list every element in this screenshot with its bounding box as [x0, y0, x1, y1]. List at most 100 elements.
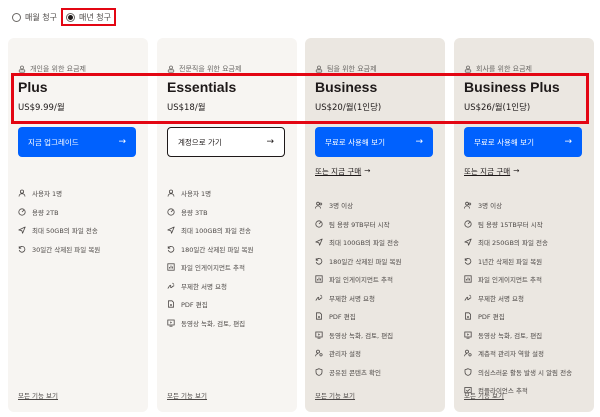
feature-label: 최대 250GB의 파일 전송 — [478, 239, 548, 248]
feature-item: 팀 용량 15TB부터 시작 — [464, 215, 572, 234]
feature-item: 공유된 콘텐츠 확인 — [315, 363, 401, 382]
feature-item: 사용자 1명 — [167, 184, 253, 203]
arrow-right-icon: → — [118, 137, 126, 147]
feature-item: 무제한 서명 요청 — [464, 289, 572, 308]
see-all-features-link[interactable]: 모든 기능 보기 — [18, 390, 58, 400]
chart-icon — [315, 275, 323, 283]
feature-label: 의심스러운 활동 발생 시 알림 전송 — [478, 368, 573, 377]
radio-monthly[interactable] — [12, 12, 21, 22]
admin-icon — [315, 349, 323, 357]
feature-item: 동영상 녹화, 검토, 편집 — [167, 314, 253, 333]
feature-label: 30일간 삭제된 파일 복원 — [32, 245, 101, 254]
restore-icon — [18, 245, 26, 253]
plan-cta-button[interactable]: 계정으로 가기 → — [167, 127, 285, 157]
feature-label: 관리자 설정 — [329, 350, 361, 359]
see-all-features-link[interactable]: 모든 기능 보기 — [167, 390, 207, 400]
feature-label: 무제한 서명 요청 — [329, 294, 375, 303]
feature-label: 동영상 녹화, 검토, 편집 — [478, 331, 543, 340]
send-icon — [18, 226, 26, 234]
storage-icon — [18, 208, 26, 216]
plan-audience: 회사를 위한 요금제 — [464, 64, 532, 74]
pdf-icon — [315, 312, 323, 320]
video-icon — [464, 331, 472, 339]
restore-icon — [464, 257, 472, 265]
feature-label: 최대 100GB의 파일 전송 — [181, 227, 251, 236]
feature-item: 180일간 삭제된 파일 복원 — [167, 240, 253, 259]
plan-audience-label: 개인을 위한 요금제 — [30, 65, 86, 73]
feature-label: 3명 이상 — [478, 202, 503, 211]
arrow-right-icon: → — [513, 166, 520, 175]
feature-label: 최대 100GB의 파일 전송 — [329, 239, 399, 248]
feature-label: 무제한 서명 요청 — [181, 282, 227, 291]
feature-label: 파일 인게이지먼트 추적 — [329, 276, 393, 285]
billing-option-monthly-label: 매월 청구 — [25, 12, 57, 22]
plan-card-0: 개인을 위한 요금제 Plus US$9.99/월 지금 업그레이드 → 사용자 1명 용량… — [8, 38, 148, 412]
plan-audience-label: 전문직을 위한 요금제 — [179, 65, 242, 73]
billing-option-monthly[interactable]: 매월 청구 — [8, 8, 61, 26]
see-all-features-link[interactable]: 모든 기능 보기 — [315, 390, 355, 400]
feature-item: 무제한 서명 요청 — [315, 289, 401, 308]
feature-list: 사용자 1명 용량 3TB 최대 100GB의 파일 전송 180일간 삭제된 파일 … — [167, 184, 253, 332]
feature-item: PDF 편집 — [315, 307, 401, 326]
buy-now-link[interactable]: 또는 지금 구매 → — [315, 166, 370, 177]
plan-price: US$9.99/월 — [18, 103, 65, 113]
signature-icon — [315, 294, 323, 302]
feature-list: 사용자 1명용량 2TB 최대 50GB의 파일 전송 30일간 삭제된 파일 복원 — [18, 184, 100, 258]
see-all-features-link[interactable]: 모든 기능 보기 — [464, 390, 504, 400]
arrow-right-icon: → — [364, 166, 371, 175]
plan-cta-button[interactable]: 무료로 사용해 보기 → — [315, 127, 433, 157]
buy-now-link[interactable]: 또는 지금 구매 → — [464, 166, 519, 177]
feature-label: 사용자 1명 — [181, 190, 212, 199]
feature-label: 동영상 녹화, 검토, 편집 — [181, 319, 246, 328]
plan-audience: 팀을 위한 요금제 — [315, 64, 377, 74]
plan-cta-button[interactable]: 무료로 사용해 보기 → — [464, 127, 582, 157]
people-small-icon — [315, 65, 323, 73]
plan-price: US$20/월(1인당) — [315, 103, 382, 113]
billing-option-yearly[interactable]: 매년 청구 — [60, 8, 116, 26]
signature-icon — [464, 294, 472, 302]
feature-item: 동영상 녹화, 검토, 편집 — [315, 326, 401, 345]
plan-card-1: 전문직을 위한 요금제 Essentials US$18/월 계정으로 가기 → 사용자 … — [157, 38, 297, 412]
feature-item: 180일간 삭제된 파일 복원 — [315, 252, 401, 271]
billing-period-toggle: 매월 청구 매년 청구 — [8, 8, 116, 26]
storage-icon — [464, 220, 472, 228]
chart-icon — [167, 263, 175, 271]
users-icon — [315, 201, 323, 209]
feature-item: 30일간 삭제된 파일 복원 — [18, 240, 100, 259]
feature-label: 180일간 삭제된 파일 복원 — [181, 245, 254, 254]
plan-name: Business Plus — [464, 79, 560, 95]
send-icon — [315, 238, 323, 246]
feature-item: 용량 2TB — [18, 203, 100, 222]
plan-cta-label: 지금 업그레이드 — [28, 137, 79, 147]
pdf-icon — [167, 300, 175, 308]
feature-label: 최대 50GB의 파일 전송 — [32, 227, 98, 236]
plan-audience-label: 팀을 위한 요금제 — [327, 65, 377, 73]
shield-icon — [464, 368, 472, 376]
plan-audience: 개인을 위한 요금제 — [18, 64, 86, 74]
feature-item: 팀 용량 9TB부터 시작 — [315, 215, 401, 234]
feature-item: 파일 인게이지먼트 추적 — [315, 270, 401, 289]
buy-now-label: 또는 지금 구매 — [315, 167, 362, 176]
feature-list: 3명 이상 팀 용량 15TB부터 시작 최대 250GB의 파일 전송 1년간 삭제… — [464, 196, 572, 400]
feature-label: PDF 편집 — [478, 313, 505, 322]
feature-label: 용량 2TB — [32, 208, 59, 217]
send-icon — [167, 226, 175, 234]
feature-label: 공유된 콘텐츠 확인 — [329, 368, 381, 377]
plan-cta-label: 무료로 사용해 보기 — [474, 137, 534, 147]
people-small-icon — [167, 65, 175, 73]
plan-price: US$26/월(1인당) — [464, 103, 531, 113]
arrow-right-icon: → — [415, 137, 423, 147]
plan-cta-button[interactable]: 지금 업그레이드 → — [18, 127, 136, 157]
feature-item: 3명 이상 — [315, 196, 401, 215]
feature-label: 사용자 1명 — [32, 190, 63, 199]
feature-label: 팀 용량 9TB부터 시작 — [329, 220, 390, 229]
admin-icon — [464, 349, 472, 357]
feature-item: PDF 편집 — [464, 307, 572, 326]
plan-audience-label: 회사를 위한 요금제 — [476, 65, 532, 73]
feature-label: 팀 용량 15TB부터 시작 — [478, 220, 543, 229]
video-icon — [167, 319, 175, 327]
radio-yearly[interactable] — [65, 12, 75, 22]
plan-card-3: 회사를 위한 요금제 Business Plus US$26/월(1인당) 무료로 사… — [454, 38, 594, 412]
feature-item: 의심스러운 활동 발생 시 알림 전송 — [464, 363, 572, 382]
storage-icon — [315, 220, 323, 228]
